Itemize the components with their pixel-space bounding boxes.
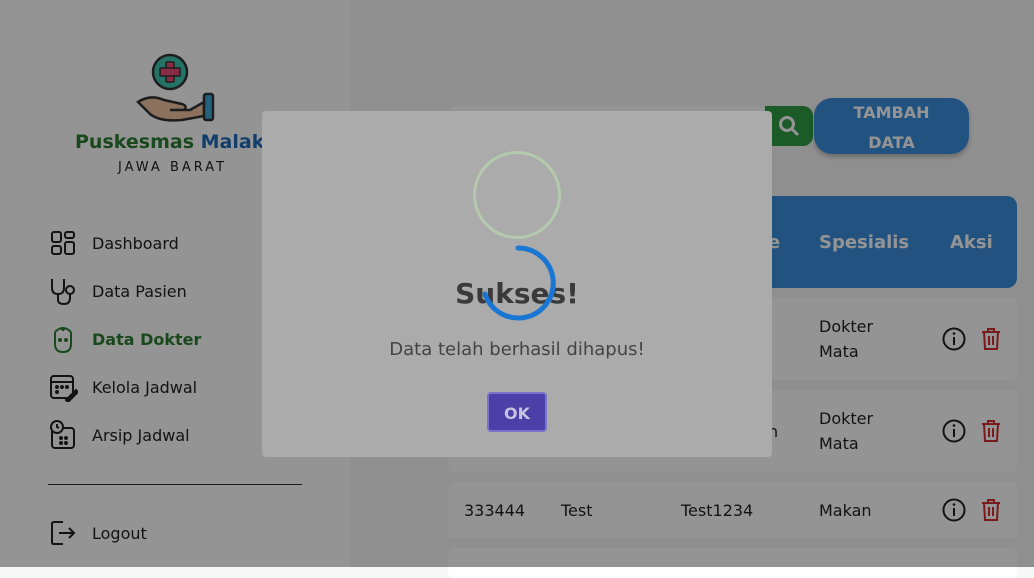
loading-spinner-icon <box>482 245 556 321</box>
ok-button[interactable]: OK <box>487 392 547 432</box>
dialog-message: Data telah berhasil dihapus! <box>389 339 645 360</box>
success-dialog: Sukses! Data telah berhasil dihapus! OK <box>262 111 772 457</box>
success-icon-ring <box>473 151 561 239</box>
